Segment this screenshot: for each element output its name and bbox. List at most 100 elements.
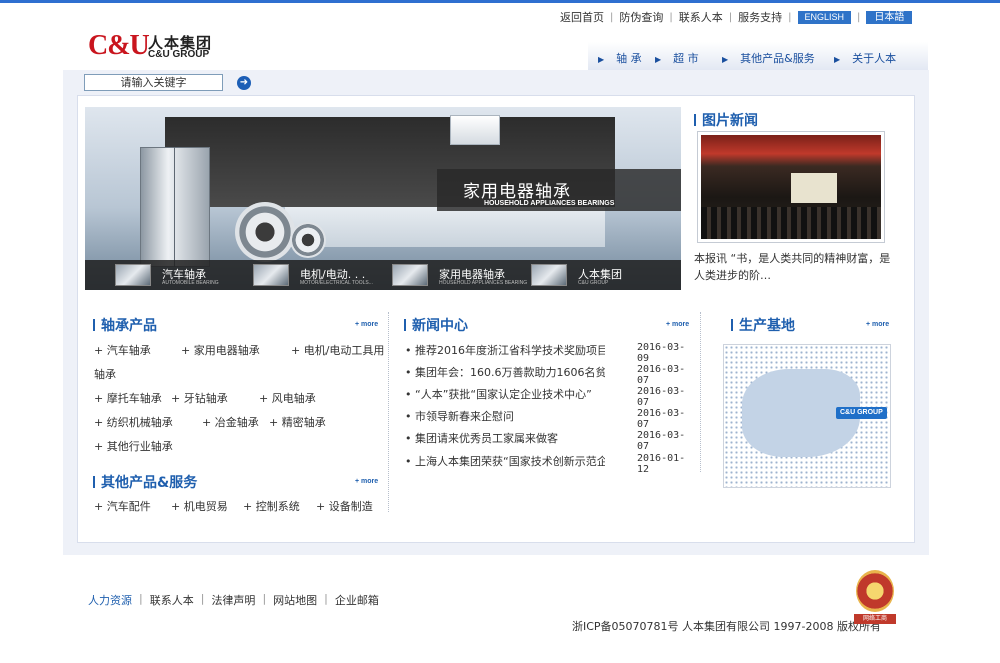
footer-link-contact[interactable]: 联系人本 [150, 592, 194, 608]
banner-counter [285, 207, 605, 247]
product-label: 汽车轴承 [106, 344, 151, 357]
china-map[interactable]: C&U GROUP [723, 344, 891, 488]
product-label: 冶金轴承 [214, 416, 259, 429]
thumb-subtitle: C&U GROUP [578, 280, 609, 286]
photo-news-text[interactable]: 本报讯 “书，是人类共同的精神财富，是人类进步的阶… [694, 250, 899, 284]
divider: | [788, 11, 792, 23]
section-bar-icon [404, 319, 406, 331]
nav-item-other-products[interactable]: ▶ 其他产品&服务 [722, 50, 815, 66]
more-link[interactable]: + more [355, 321, 378, 328]
divider: | [610, 11, 614, 23]
photo-news-image[interactable] [697, 131, 885, 243]
more-label: more [672, 321, 690, 328]
logo[interactable]: C&U 人本集团 C&U GROUP [88, 30, 248, 64]
news-date: 2016-03-07 [637, 408, 686, 430]
link-anti-fake[interactable]: 防伪查询 [619, 9, 663, 25]
news-center-title: 新闻中心 [404, 315, 468, 335]
product-label: 家用电器轴承 [193, 344, 260, 357]
thumb-image [253, 264, 289, 286]
product-label: 其他行业轴承 [106, 440, 173, 453]
product-link[interactable]: + 其他行业轴承 [94, 438, 173, 454]
news-item[interactable]: • 集团年会：160.6万善款助力1606名贫困… 2016-03-07 [405, 364, 690, 386]
more-link[interactable]: + more [355, 478, 378, 485]
service-label: 机电贸易 [183, 500, 228, 513]
link-support[interactable]: 服务支持 [738, 9, 782, 25]
link-home[interactable]: 返回首页 [560, 9, 604, 25]
section-bar-icon [731, 319, 733, 331]
other-products-title: 其他产品&服务 [93, 472, 197, 492]
product-link[interactable]: + 家用电器轴承 [181, 342, 260, 358]
triangle-right-icon: ▶ [598, 55, 605, 64]
news-title: • 上海人本集团荣获“国家技术创新示范企… [405, 453, 605, 469]
service-link[interactable]: + 机电贸易 [171, 498, 228, 514]
nav-item-bearings[interactable]: ▶ 轴 承 [598, 50, 642, 66]
business-license-badge[interactable]: 网络工商 [852, 570, 898, 625]
news-title-text: 上海人本集团荣获“国家技术创新示范企… [415, 455, 605, 468]
photo-audience [701, 207, 881, 239]
news-title-text: “人本”获批“国家认定企业技术中心” [415, 388, 592, 401]
product-label: 电机/电动工具用 [303, 344, 385, 357]
arrow-right-icon[interactable]: ➜ [237, 76, 251, 90]
product-label: 牙钻轴承 [183, 392, 228, 405]
section-title-text: 生产基地 [739, 318, 795, 334]
service-link[interactable]: + 控制系统 [243, 498, 300, 514]
banner-slideshow[interactable]: 家用电器轴承 HOUSEHOLD APPLIANCES BEARINGS 汽车轴… [85, 107, 681, 290]
service-link[interactable]: + 设备制造 [316, 498, 373, 514]
product-link[interactable]: + 牙钻轴承 [171, 390, 228, 406]
product-link[interactable]: + 冶金轴承 [202, 414, 259, 430]
more-label: more [361, 478, 379, 485]
service-label: 控制系统 [255, 500, 300, 513]
logo-mark: C&U [88, 30, 150, 61]
link-contact[interactable]: 联系人本 [679, 9, 723, 25]
japanese-button[interactable]: 日本語 [866, 10, 913, 24]
nav-item-about[interactable]: ▶ 关于人本 [834, 50, 896, 66]
product-link[interactable]: + 纺织机械轴承 [94, 414, 173, 430]
news-item[interactable]: • 市领导新春来企慰问 2016-03-07 [405, 408, 690, 430]
news-item[interactable]: • “人本”获批“国家认定企业技术中心” 2016-03-07 [405, 386, 690, 408]
divider: | [669, 11, 673, 23]
footer-link-legal[interactable]: 法律声明 [211, 592, 255, 608]
service-link[interactable]: + 汽车配件 [94, 498, 151, 514]
product-link[interactable]: + 电机/电动工具用 [291, 342, 384, 358]
column-divider [388, 312, 389, 512]
banner-caption-subtitle: HOUSEHOLD APPLIANCES BEARINGS [484, 200, 615, 207]
english-button[interactable]: ENGLISH [797, 10, 852, 24]
copyright-text: 浙ICP备05070781号 人本集团有限公司 1997-2008 版权所有 [572, 620, 881, 633]
news-title-text: 推荐2016年度浙江省科学技术奖励项目成… [415, 344, 605, 357]
triangle-right-icon: ▶ [722, 55, 729, 64]
nav-item-market[interactable]: ▶ 超 市 [655, 50, 699, 66]
footer-link-mail[interactable]: 企业邮箱 [335, 592, 379, 608]
news-title: • 集团年会：160.6万善款助力1606名贫困… [405, 364, 605, 380]
footer-link-sitemap[interactable]: 网站地图 [273, 592, 317, 608]
divider: | [324, 592, 328, 605]
thumb-image [115, 264, 151, 286]
nav-item-label: 超 市 [673, 52, 699, 65]
news-item[interactable]: • 推荐2016年度浙江省科学技术奖励项目成… 2016-03-09 [405, 342, 690, 364]
section-title-text: 图片新闻 [702, 113, 758, 129]
news-item[interactable]: • 集团请来优秀员工家属来做客 2016-03-07 [405, 430, 690, 452]
product-link[interactable]: + 风电轴承 [259, 390, 316, 406]
more-link[interactable]: + more [666, 321, 689, 328]
product-link[interactable]: + 摩托车轴承 [94, 390, 162, 406]
top-accent-line [0, 0, 1000, 3]
banner-fridge-door [174, 147, 175, 267]
meeting-photo [701, 135, 881, 239]
news-date: 2016-03-07 [637, 364, 686, 386]
more-link[interactable]: + more [866, 321, 889, 328]
product-link[interactable]: + 精密轴承 [269, 414, 326, 430]
product-link[interactable]: + 汽车轴承 [94, 342, 151, 358]
map-marker[interactable]: C&U GROUP [836, 407, 887, 419]
news-date: 2016-03-09 [637, 342, 686, 364]
footer-links: 人力资源 | 联系人本 | 法律声明 | 网站地图 | 企业邮箱 [88, 592, 379, 608]
search-input[interactable]: 请输入关键字 [84, 74, 223, 91]
triangle-right-icon: ▶ [655, 55, 662, 64]
news-title-text: 市领导新春来企慰问 [415, 410, 514, 423]
banner-fridge [140, 147, 210, 267]
top-links: 返回首页 | 防伪查询 | 联系人本 | 服务支持 | ENGLISH | 日本… [560, 9, 913, 25]
thumb-subtitle: HOUSEHOLD APPLIANCES BEARING [439, 280, 528, 286]
footer-link-hr[interactable]: 人力资源 [88, 592, 132, 608]
section-bar-icon [93, 476, 95, 488]
badge-label: 网络工商 [854, 614, 896, 624]
product-label-cont[interactable]: 轴承 [94, 366, 116, 382]
news-item[interactable]: • 上海人本集团荣获“国家技术创新示范企… 2016-01-12 [405, 453, 690, 475]
